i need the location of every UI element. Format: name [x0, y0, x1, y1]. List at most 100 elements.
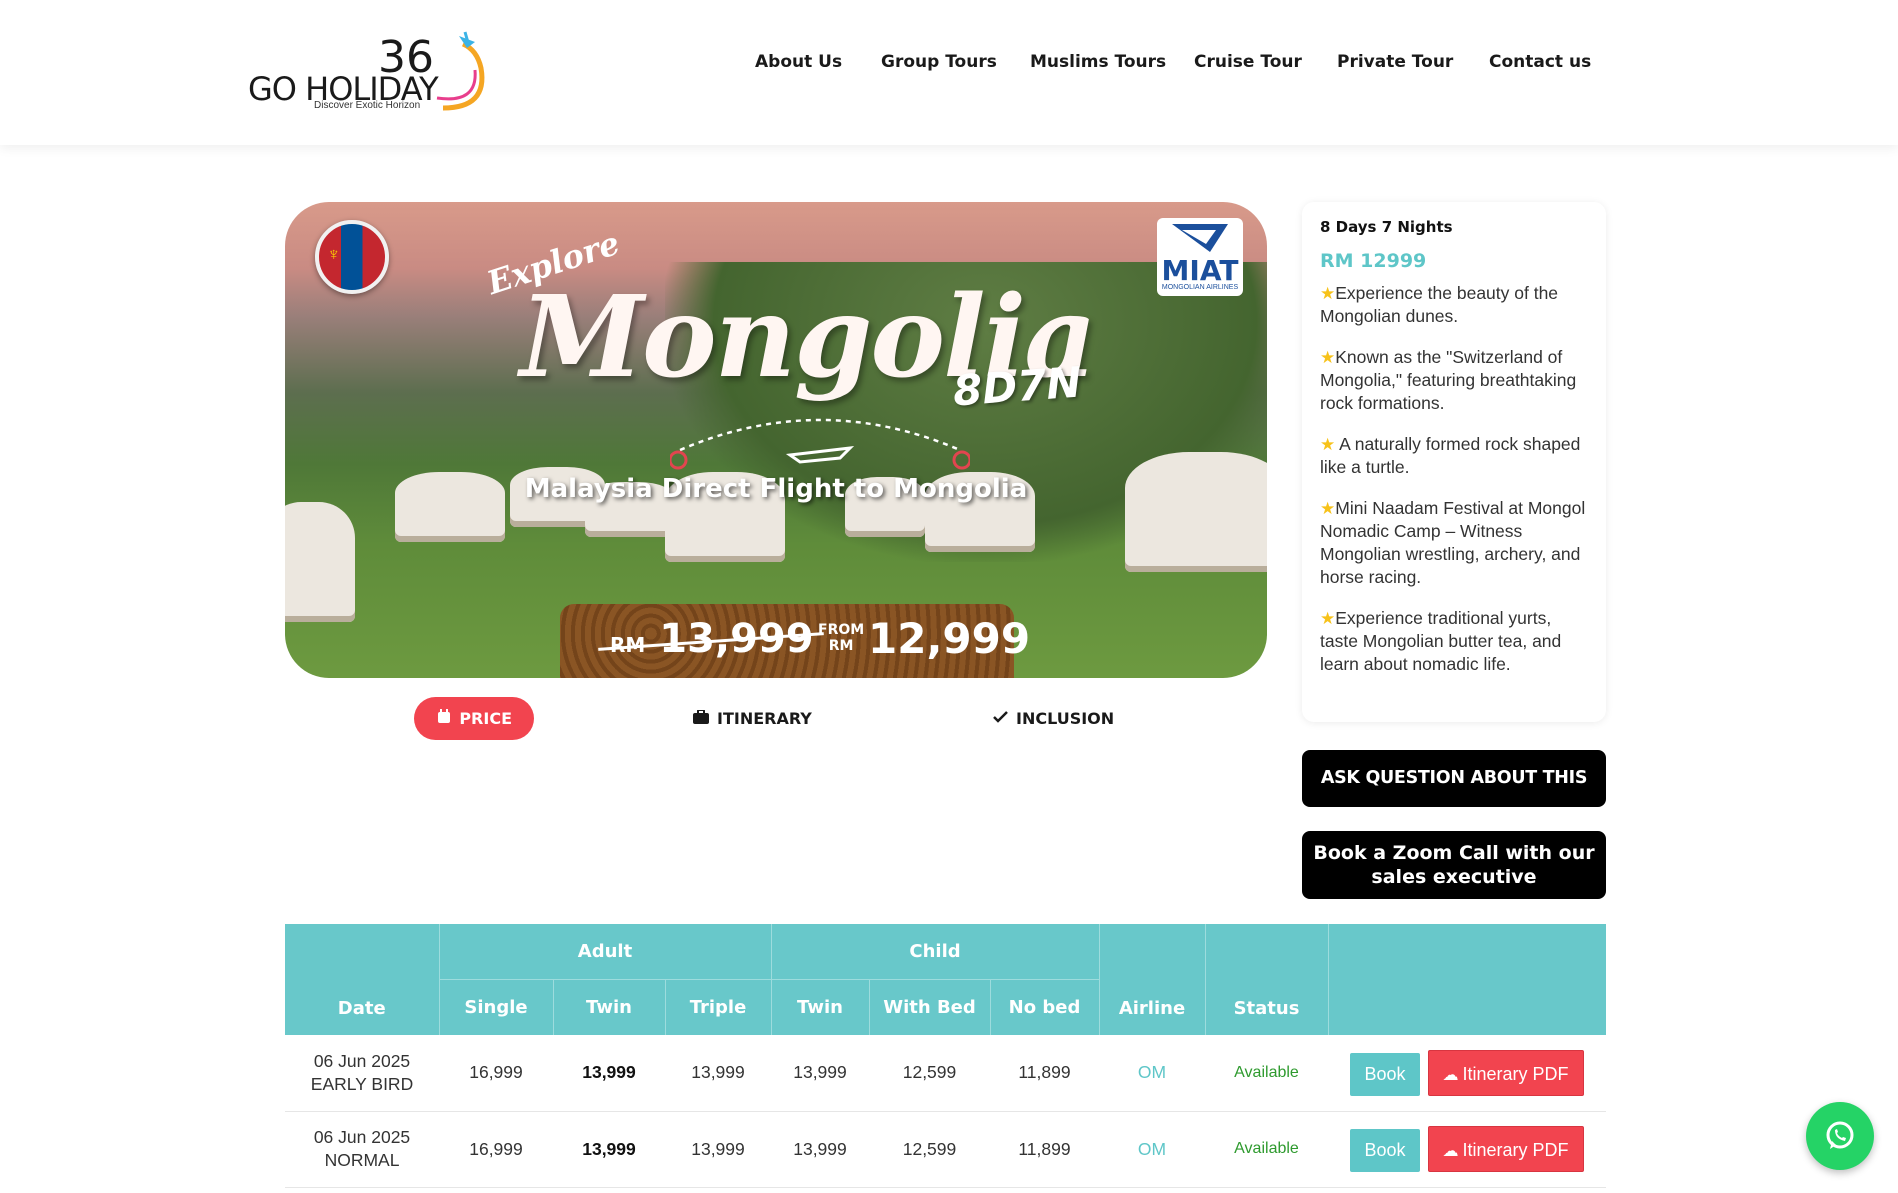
- banner-route-text: Malaysia Direct Flight to Mongolia: [524, 474, 1028, 504]
- cell-triple: 13,999: [665, 1035, 771, 1112]
- cell-actions: Book ☁ Itinerary PDF: [1328, 1111, 1606, 1188]
- cell-airline: OM: [1099, 1111, 1205, 1188]
- whatsapp-button[interactable]: [1806, 1102, 1874, 1170]
- table-row: 06 Jun 2025 NORMAL 16,999 13,999 13,999 1…: [285, 1111, 1606, 1188]
- star-icon: ★: [1320, 435, 1336, 454]
- highlight-item: ★ A naturally formed rock shaped like a …: [1320, 433, 1588, 479]
- cell-with-bed: 12,599: [869, 1035, 990, 1112]
- cloud-download-icon: ☁: [1442, 1143, 1459, 1160]
- tour-banner-image: ♆ MIAT MONGOLIAN AIRLINES Explore Mongol…: [285, 202, 1267, 678]
- cell-actions: Book ☁ Itinerary PDF: [1328, 1035, 1606, 1112]
- banner-new-price: 12,999: [868, 614, 1031, 663]
- highlight-item: ★Experience traditional yurts, taste Mon…: [1320, 607, 1588, 676]
- calendar-icon: [436, 709, 451, 728]
- highlight-item: ★Experience the beauty of the Mongolian …: [1320, 282, 1588, 328]
- nav-muslims-tours[interactable]: Muslims Tours: [1030, 52, 1166, 72]
- banner-old-price: RM 13,999: [610, 616, 814, 662]
- banner-yurt: [285, 502, 355, 622]
- tour-highlights-list: ★Experience the beauty of the Mongolian …: [1320, 282, 1588, 676]
- th-adult-twin: Twin: [552, 979, 665, 1035]
- table-row: 06 Jun 2025 EARLY BIRD 16,999 13,999 13,9…: [285, 1035, 1606, 1112]
- nav-contact-us[interactable]: Contact us: [1489, 52, 1591, 72]
- star-icon: ★: [1320, 499, 1336, 518]
- banner-old-price-value: 13,999: [659, 616, 814, 662]
- miat-airline-logo: MIAT MONGOLIAN AIRLINES: [1157, 218, 1243, 296]
- book-zoom-call-button[interactable]: Book a Zoom Call with our sales executiv…: [1302, 831, 1606, 899]
- highlight-text: Mini Naadam Festival at Mongol Nomadic C…: [1320, 498, 1586, 587]
- nav-group-tours[interactable]: Group Tours: [881, 52, 997, 72]
- highlight-text: A naturally formed rock shaped like a tu…: [1320, 434, 1581, 477]
- banner-from-label: FROM RM: [818, 622, 864, 654]
- tab-itinerary-label: ITINERARY: [717, 709, 812, 728]
- mongolia-flag-icon: ♆: [315, 220, 389, 294]
- itinerary-pdf-label: Itinerary PDF: [1462, 1063, 1569, 1084]
- highlight-item: ★Mini Naadam Festival at Mongol Nomadic …: [1320, 497, 1588, 589]
- star-icon: ★: [1320, 284, 1336, 303]
- nav-about-us[interactable]: About Us: [755, 52, 842, 72]
- tab-price[interactable]: PRICE: [414, 697, 534, 740]
- banner-old-price-currency: RM: [610, 633, 646, 657]
- cell-status: Available: [1205, 1111, 1328, 1188]
- row-date: 06 Jun 2025: [313, 1127, 411, 1147]
- th-triple: Triple: [664, 979, 771, 1035]
- airline-logo-text: MIAT: [1161, 254, 1239, 287]
- highlight-item: ★Known as the "Switzerland of Mongolia,"…: [1320, 346, 1588, 415]
- tab-itinerary[interactable]: ITINERARY: [693, 697, 812, 740]
- cell-date: 06 Jun 2025 EARLY BIRD: [285, 1035, 439, 1112]
- banner-from-currency: RM: [828, 638, 854, 654]
- cell-date: 06 Jun 2025 NORMAL: [285, 1111, 439, 1188]
- flight-path-icon: [670, 418, 970, 470]
- whatsapp-icon: [1826, 1121, 1854, 1149]
- highlight-text: Known as the "Switzerland of Mongolia," …: [1320, 347, 1577, 413]
- tour-price: RM 12999: [1320, 250, 1427, 272]
- cell-no-bed: 11,899: [990, 1035, 1099, 1112]
- cell-status: Available: [1205, 1035, 1328, 1112]
- th-adult: Adult: [438, 924, 771, 980]
- row-type: NORMAL: [324, 1150, 400, 1170]
- th-no-bed: No bed: [989, 979, 1099, 1035]
- site-header: GO HOLIDAY 36 Discover Exotic Horizon Ab…: [0, 0, 1898, 145]
- th-actions: [1327, 924, 1606, 1035]
- cell-single: 16,999: [439, 1111, 553, 1188]
- cell-twin: 13,999: [553, 1111, 665, 1188]
- check-icon: [992, 710, 1008, 727]
- book-button[interactable]: Book: [1350, 1052, 1420, 1096]
- star-icon: ★: [1320, 348, 1336, 367]
- site-logo[interactable]: GO HOLIDAY 36 Discover Exotic Horizon: [248, 28, 488, 118]
- th-child-twin: Twin: [770, 979, 869, 1035]
- itinerary-pdf-button[interactable]: ☁ Itinerary PDF: [1427, 1126, 1584, 1172]
- logo-tagline: Discover Exotic Horizon: [314, 100, 421, 111]
- row-type: EARLY BIRD: [310, 1073, 414, 1094]
- main-nav: About Us Group Tours Muslims Tours Cruis…: [740, 52, 1898, 82]
- cloud-download-icon: ☁: [1442, 1066, 1459, 1084]
- cell-no-bed: 11,899: [990, 1111, 1099, 1188]
- briefcase-icon: [693, 708, 709, 728]
- ask-question-button[interactable]: ASK QUESTION ABOUT THIS TOUR: [1302, 750, 1606, 845]
- banner-price-strip: RM 13,999 FROM RM 12,999: [560, 604, 1030, 678]
- cell-with-bed: 12,599: [869, 1111, 990, 1188]
- cell-child-twin: 13,999: [771, 1035, 869, 1112]
- tour-duration: 8 Days 7 Nights: [1320, 218, 1453, 236]
- highlight-text: Experience the beauty of the Mongolian d…: [1320, 283, 1559, 326]
- highlight-text: Experience traditional yurts, taste Mong…: [1320, 608, 1562, 674]
- airline-logo-subtext: MONGOLIAN AIRLINES: [1161, 284, 1239, 291]
- nav-private-tour[interactable]: Private Tour: [1337, 52, 1453, 72]
- th-airline: Airline: [1098, 924, 1205, 1035]
- tour-info-card: 8 Days 7 Nights RM 12999 ★Experience the…: [1302, 202, 1606, 722]
- tab-inclusion[interactable]: INCLUSION: [992, 697, 1114, 740]
- tab-inclusion-label: INCLUSION: [1016, 709, 1115, 728]
- itinerary-pdf-button[interactable]: ☁ Itinerary PDF: [1427, 1049, 1584, 1096]
- cell-triple: 13,999: [665, 1111, 771, 1188]
- cell-airline: OM: [1099, 1035, 1205, 1112]
- tab-price-label: PRICE: [459, 709, 512, 728]
- miat-wing-icon: [1172, 224, 1228, 252]
- cell-twin: 13,999: [553, 1035, 665, 1112]
- nav-cruise-tour[interactable]: Cruise Tour: [1194, 52, 1302, 72]
- itinerary-pdf-label: Itinerary PDF: [1462, 1140, 1569, 1160]
- book-button[interactable]: Book: [1350, 1129, 1420, 1172]
- banner-yurt: [1125, 452, 1267, 572]
- banner-from-text: FROM: [818, 622, 865, 638]
- price-table: Date Adult Child Airline Status Single T…: [285, 924, 1606, 1188]
- banner-duration: 8D7N: [951, 357, 1084, 416]
- cell-single: 16,999: [439, 1035, 553, 1112]
